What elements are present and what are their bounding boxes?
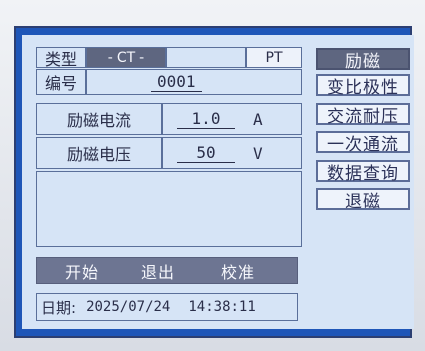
menu-primary-current-button[interactable]: 一次通流 <box>316 131 410 155</box>
pt-option[interactable]: PT <box>246 47 302 68</box>
number-value: 0001 <box>151 72 202 92</box>
ct-option[interactable]: - CT - <box>86 47 166 68</box>
date-label: 日期: <box>41 298 77 317</box>
voltage-unit: V <box>253 143 263 163</box>
exit-button[interactable]: 退出 <box>141 258 175 283</box>
menu-ac-withstand-button[interactable]: 交流耐压 <box>316 103 410 127</box>
time-value: 14:38:11 <box>188 299 256 315</box>
voltage-value: 50 <box>177 143 235 163</box>
type-label: 类型 <box>36 47 86 69</box>
menu-demagnetize-button[interactable]: 退磁 <box>316 188 410 212</box>
number-label: 编号 <box>36 69 86 95</box>
menu-ratio-polarity-button[interactable]: 变比极性 <box>316 74 410 98</box>
current-field[interactable]: 1.0 A <box>162 103 302 135</box>
voltage-field[interactable]: 50 V <box>162 137 302 169</box>
menu-data-query-button[interactable]: 数据查询 <box>316 160 410 184</box>
start-button[interactable]: 开始 <box>65 258 99 283</box>
type-spacer <box>166 47 246 68</box>
status-bar: 日期: 2025/07/24 14:38:11 <box>36 293 298 321</box>
calibrate-button[interactable]: 校准 <box>221 258 255 283</box>
pt-label: PT <box>265 49 283 66</box>
current-unit: A <box>253 109 263 129</box>
date-value: 2025/07/24 <box>86 299 171 315</box>
current-value: 1.0 <box>177 109 235 129</box>
number-field[interactable]: 0001 <box>86 69 302 95</box>
ct-label: CT <box>116 49 136 66</box>
menu-excitation-button[interactable]: 励磁 <box>316 48 410 72</box>
action-bar: 开始 退出 校准 <box>36 257 298 284</box>
current-label: 励磁电流 <box>36 103 162 135</box>
voltage-label: 励磁电压 <box>36 137 162 169</box>
result-area <box>36 171 302 247</box>
